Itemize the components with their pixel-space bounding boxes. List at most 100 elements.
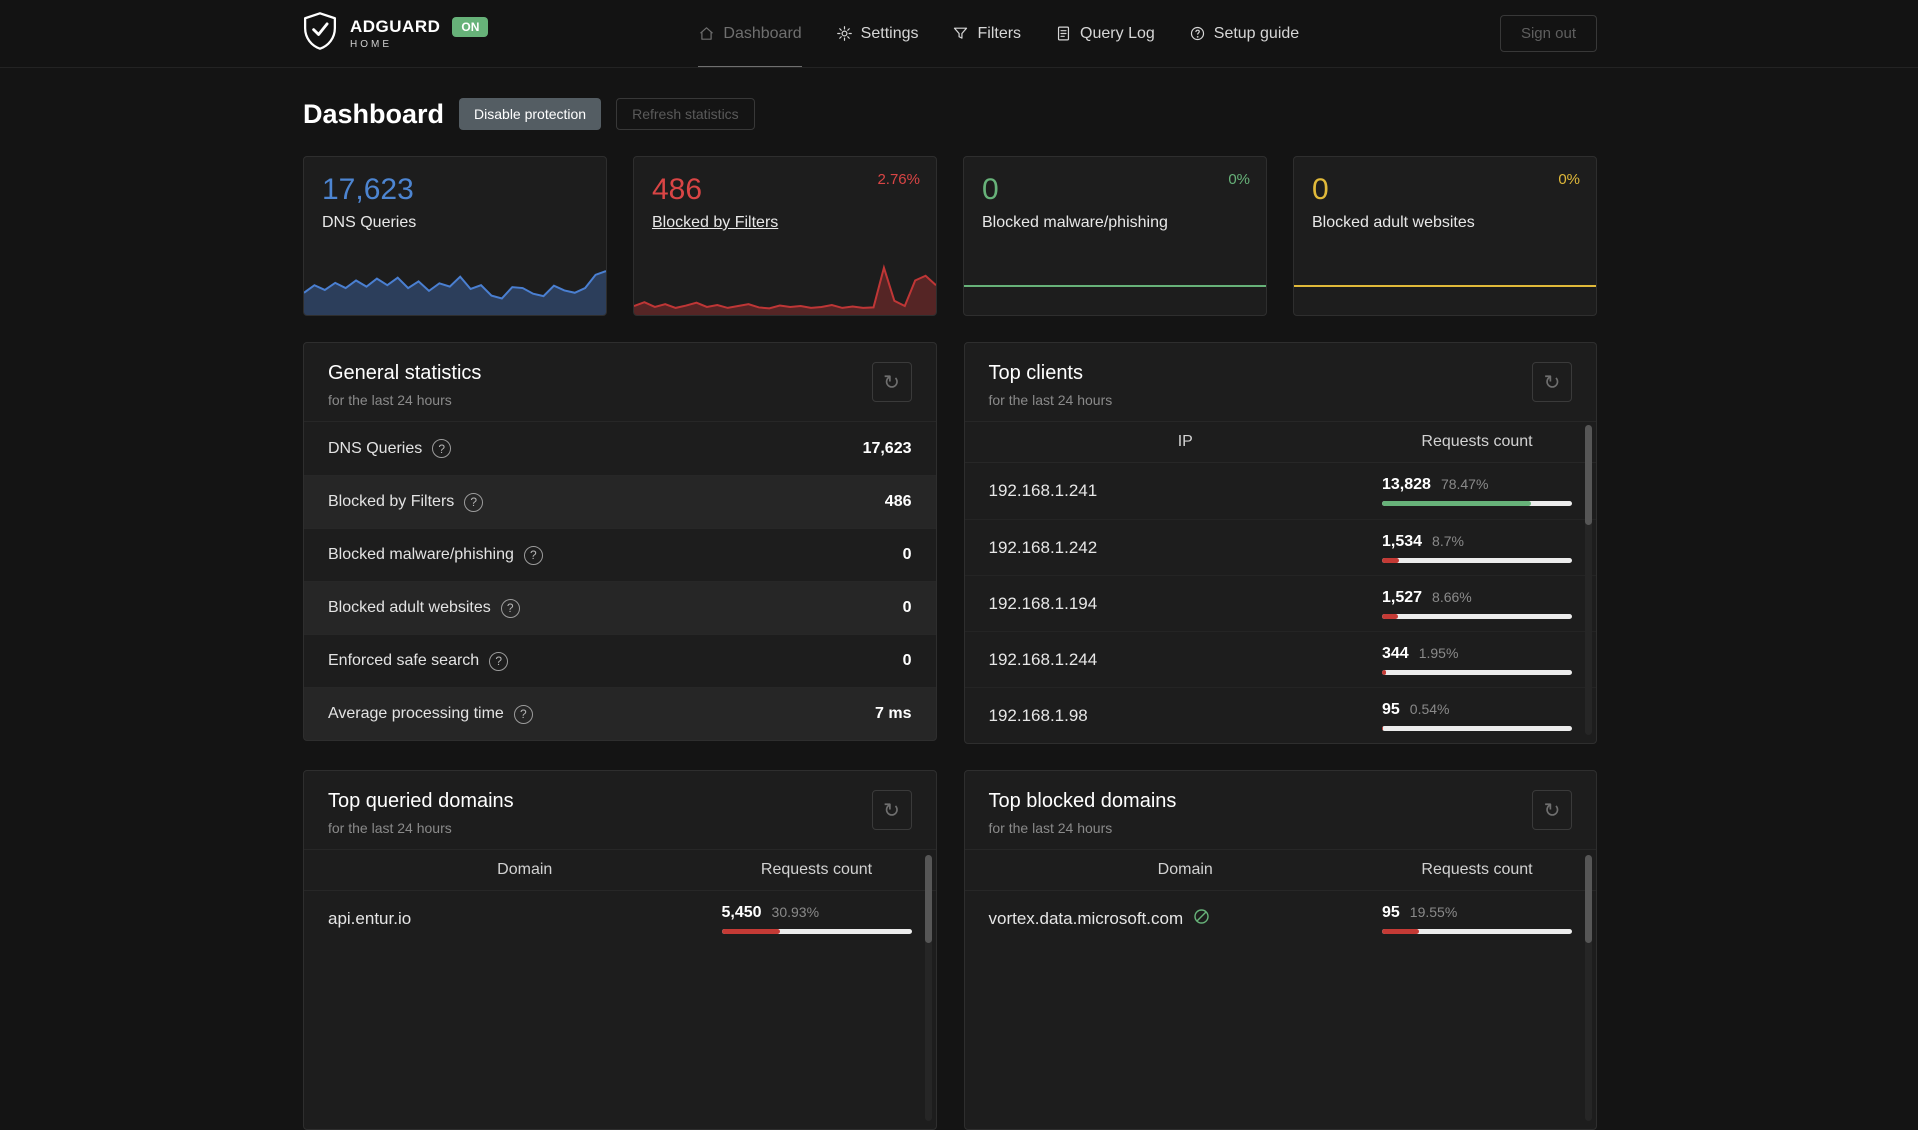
scrollbar-thumb[interactable]	[1585, 855, 1592, 943]
nav-item-setup-guide[interactable]: Setup guide	[1189, 0, 1299, 67]
client-ip[interactable]: 192.168.1.241	[989, 481, 1383, 501]
help-icon[interactable]: ?	[513, 704, 533, 724]
table-header: IP Requests count	[964, 421, 1596, 463]
client-row: 192.168.1.241 13,828 78.47%	[965, 463, 1597, 519]
stat-row-label: Average processing time	[328, 705, 504, 722]
help-icon[interactable]: ?	[500, 598, 520, 618]
client-row: 192.168.1.194 1,527 8.66%	[964, 575, 1596, 631]
stat-row: Blocked malware/phishing? 0	[304, 528, 936, 581]
navbar: ADGUARD ON HOME Dashboard Settings Filte…	[0, 0, 1918, 68]
domain-name[interactable]: api.entur.io	[328, 909, 722, 929]
panel-subtitle: for the last 24 hours	[328, 392, 452, 408]
nav-item-filters[interactable]: Filters	[952, 0, 1021, 67]
funnel-icon	[952, 25, 969, 42]
client-ip[interactable]: 192.168.1.242	[989, 538, 1383, 558]
top-blocked-refresh-button[interactable]: ↻	[1532, 790, 1572, 830]
requests-count: 95	[1382, 904, 1400, 921]
panel-title: Top blocked domains	[988, 790, 1177, 812]
help-icon[interactable]: ?	[523, 545, 543, 565]
top-clients-panel: Top clients for the last 24 hours ↻ IP R…	[963, 342, 1597, 744]
nav-item-label: Dashboard	[723, 24, 802, 42]
blocked-malware-label: Blocked malware/phishing	[982, 214, 1168, 231]
blocked-malware-sparkline	[964, 263, 1266, 315]
stat-row-value: 0	[902, 652, 912, 669]
dashboard-page: Dashboard Disable protection Refresh sta…	[303, 68, 1597, 1130]
help-icon[interactable]: ?	[432, 439, 452, 458]
general-statistics-table: DNS Queries? 17,623 Blocked by Filters? …	[304, 421, 936, 740]
stat-cards-row: 17,623 DNS Queries 2.76% 486 Blocked by …	[303, 156, 1597, 316]
progress-bar-fill	[1382, 557, 1399, 563]
scrollbar-thumb[interactable]	[924, 855, 932, 943]
top-blocked-domains-panel: Top blocked domains for the last 24 hour…	[963, 770, 1597, 1130]
client-ip[interactable]: 192.168.1.194	[989, 594, 1383, 614]
client-row: 192.168.1.98 95 0.54%	[964, 687, 1596, 743]
question-circle-icon	[1189, 25, 1206, 42]
page-title: Dashboard	[303, 98, 445, 129]
progress-bar	[721, 929, 912, 934]
sign-out-button[interactable]: Sign out	[1499, 15, 1597, 52]
stat-row: DNS Queries? 17,623	[304, 422, 936, 475]
refresh-icon: ↻	[883, 371, 900, 394]
dns-queries-label: DNS Queries	[322, 214, 417, 231]
stat-card-blocked-malware: 0% 0 Blocked malware/phishing	[963, 156, 1267, 316]
nav-item-label: Settings	[860, 24, 919, 42]
top-clients-refresh-button[interactable]: ↻	[1532, 362, 1572, 402]
bottom-panels: Top queried domains for the last 24 hour…	[303, 770, 1597, 1130]
top-queried-table: api.entur.io 5,450 30.93%	[304, 891, 936, 947]
client-ip[interactable]: 192.168.1.98	[989, 706, 1383, 726]
top-queried-refresh-button[interactable]: ↻	[871, 790, 912, 830]
shield-check-icon	[303, 11, 337, 56]
domain-row: api.entur.io 5,450 30.93%	[304, 891, 936, 947]
blocked-adult-sparkline	[1294, 263, 1596, 315]
general-statistics-refresh-button[interactable]: ↻	[871, 362, 912, 402]
nav-item-dashboard[interactable]: Dashboard	[698, 0, 802, 67]
requests-count: 95	[1382, 700, 1400, 718]
nav-item-label: Filters	[977, 24, 1022, 42]
requests-percent: 8.66%	[1432, 588, 1472, 605]
progress-bar-fill	[1382, 613, 1399, 619]
top-blocked-table: vortex.data.microsoft.com 95 19.55%	[965, 891, 1597, 947]
nav-menu: Dashboard Settings Filters Query Log Set…	[698, 0, 1299, 67]
scrollbar-thumb[interactable]	[1585, 425, 1592, 525]
requests-percent: 19.55%	[1409, 904, 1458, 920]
stat-row-label: Blocked adult websites	[328, 599, 491, 616]
nav-item-settings[interactable]: Settings	[836, 0, 919, 67]
client-ip[interactable]: 192.168.1.244	[989, 650, 1383, 670]
requests-count: 1,527	[1382, 588, 1423, 606]
protection-status-badge: ON	[452, 17, 489, 37]
stat-card-blocked-filters: 2.76% 486 Blocked by Filters	[633, 156, 937, 316]
brand-logo[interactable]: ADGUARD ON HOME	[303, 11, 489, 56]
dns-queries-sparkline	[304, 263, 606, 315]
panel-title: General statistics	[328, 362, 482, 384]
requests-count: 5,450	[721, 904, 762, 921]
blocked-adult-label: Blocked adult websites	[1312, 214, 1475, 231]
help-icon[interactable]: ?	[464, 492, 484, 512]
requests-count: 344	[1382, 644, 1409, 662]
nav-item-label: Query Log	[1080, 24, 1155, 42]
disable-protection-button[interactable]: Disable protection	[459, 98, 602, 130]
refresh-statistics-button[interactable]: Refresh statistics	[616, 98, 755, 130]
gear-icon	[836, 25, 853, 42]
requests-percent: 0.54%	[1409, 700, 1450, 717]
top-queried-domains-panel: Top queried domains for the last 24 hour…	[303, 770, 937, 1130]
stat-row-value: 17,623	[862, 439, 912, 457]
progress-bar-fill	[1382, 501, 1532, 506]
help-icon[interactable]: ?	[489, 651, 509, 671]
home-icon	[698, 25, 715, 42]
blocked-malware-value: 0	[982, 173, 999, 206]
stat-card-blocked-adult: 0% 0 Blocked adult websites	[1293, 156, 1597, 316]
general-statistics-panel: General statistics for the last 24 hours…	[303, 342, 937, 741]
refresh-icon: ↻	[1543, 371, 1561, 394]
progress-bar	[1382, 613, 1572, 619]
column-header-requests-count: Requests count	[760, 861, 873, 878]
stat-row-value: 0	[902, 599, 912, 616]
dns-queries-value: 17,623	[322, 173, 414, 206]
stat-row-value: 0	[902, 546, 912, 563]
panel-subtitle: for the last 24 hours	[328, 820, 452, 836]
progress-bar	[1382, 669, 1572, 675]
domain-name[interactable]: vortex.data.microsoft.com	[989, 907, 1383, 931]
domain-row: vortex.data.microsoft.com 95 19.55%	[965, 891, 1597, 947]
blocked-filters-link[interactable]: Blocked by Filters	[652, 214, 918, 232]
nav-item-query-log[interactable]: Query Log	[1055, 0, 1155, 67]
stat-row: Enforced safe search? 0	[304, 634, 936, 687]
